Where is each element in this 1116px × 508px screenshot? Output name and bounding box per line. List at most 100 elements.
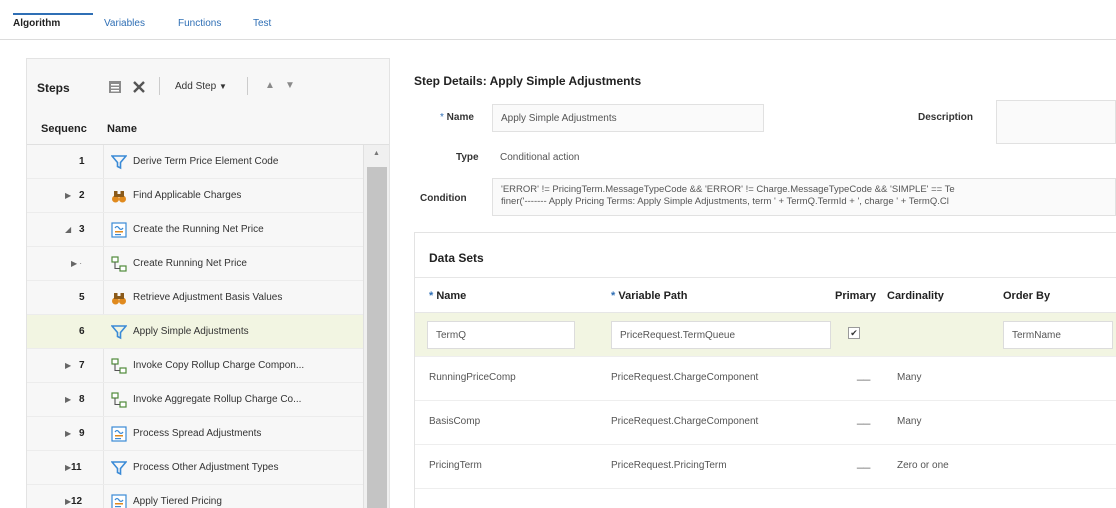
step-sequence: 9 bbox=[79, 428, 85, 439]
name-label: * Name bbox=[440, 112, 474, 123]
tab-bar: Algorithm Variables Functions Test bbox=[0, 0, 1116, 40]
column-name[interactable]: * Name bbox=[429, 290, 466, 302]
primary-checkbox[interactable]: ✔ bbox=[848, 327, 860, 339]
tab-test[interactable]: Test bbox=[253, 18, 271, 29]
filter-icon bbox=[110, 154, 128, 170]
cardinality-value: Many bbox=[897, 372, 922, 383]
binoculars-icon bbox=[111, 188, 127, 204]
filter-icon bbox=[110, 460, 128, 476]
step-row[interactable]: ▶ 7 Invoke Copy Rollup Charge Compon... bbox=[27, 349, 363, 383]
step-row[interactable]: ▶ 9 Process Spread Adjustments bbox=[27, 417, 363, 451]
step-name: Process Spread Adjustments bbox=[133, 428, 262, 439]
step-row[interactable]: ◢ 3 Create the Running Net Price bbox=[27, 213, 363, 247]
step-name: Apply Simple Adjustments bbox=[133, 326, 249, 337]
primary-empty-indicator: __ bbox=[857, 367, 871, 381]
step-name: Apply Tiered Pricing bbox=[133, 496, 222, 507]
hierarchy-icon bbox=[111, 358, 127, 374]
condition-line-1: 'ERROR' != PricingTerm.MessageTypeCode &… bbox=[501, 184, 955, 195]
name-field[interactable]: Apply Simple Adjustments bbox=[492, 104, 764, 132]
step-details-title: Step Details: Apply Simple Adjustments bbox=[414, 74, 642, 88]
column-sequence[interactable]: Sequenc bbox=[41, 123, 87, 135]
step-name: Process Other Adjustment Types bbox=[133, 462, 279, 473]
column-order-by[interactable]: Order By bbox=[1003, 290, 1050, 302]
variable-path: PriceRequest.ChargeComponent bbox=[611, 416, 759, 427]
step-row[interactable]: ▶ 12 Apply Tiered Pricing bbox=[27, 485, 363, 508]
data-set-name: BasisComp bbox=[429, 416, 481, 427]
type-label: Type bbox=[456, 152, 479, 163]
step-row[interactable]: ▶ 2 Find Applicable Charges bbox=[27, 179, 363, 213]
step-sequence: 5 bbox=[79, 292, 85, 303]
steps-grid-header: Sequenc Name bbox=[27, 115, 389, 145]
list-icon[interactable] bbox=[107, 79, 123, 95]
binoculars-icon bbox=[111, 290, 127, 306]
data-set-row[interactable]: PricingTerm PriceRequest.PricingTerm __ Zer… bbox=[415, 445, 1116, 489]
step-row[interactable]: 1 Derive Term Price Element Code bbox=[27, 145, 363, 179]
tab-functions[interactable]: Functions bbox=[178, 18, 221, 29]
step-name: Find Applicable Charges bbox=[133, 190, 242, 201]
data-set-name: RunningPriceComp bbox=[429, 372, 516, 383]
primary-empty-indicator: __ bbox=[857, 455, 871, 469]
column-variable-path[interactable]: * Variable Path bbox=[611, 290, 687, 302]
scroll-up-icon[interactable]: ▲ bbox=[373, 150, 380, 157]
data-set-row[interactable]: TermQ PriceRequest.TermQueue ✔ TermName bbox=[415, 313, 1116, 357]
order-by-field[interactable]: TermName bbox=[1003, 321, 1113, 349]
expand-icon[interactable]: ▶ bbox=[65, 191, 71, 200]
hierarchy-icon bbox=[111, 392, 127, 408]
column-primary[interactable]: Primary bbox=[835, 290, 876, 302]
move-down-icon[interactable]: ▼ bbox=[285, 80, 295, 91]
expand-icon[interactable]: ▶ bbox=[65, 395, 71, 404]
steps-scrollbar[interactable]: ▲ bbox=[363, 145, 389, 508]
step-row[interactable]: ▶ 11 Process Other Adjustment Types bbox=[27, 451, 363, 485]
step-row[interactable]: 5 Retrieve Adjustment Basis Values bbox=[27, 281, 363, 315]
step-sequence: 12 bbox=[71, 496, 83, 507]
cardinality-value: Many bbox=[897, 416, 922, 427]
collapse-icon[interactable]: ◢ bbox=[65, 225, 71, 234]
step-name: Derive Term Price Element Code bbox=[133, 156, 279, 167]
primary-empty-indicator: __ bbox=[857, 411, 871, 425]
add-step-label: Add Step bbox=[175, 81, 217, 92]
description-label: Description bbox=[918, 112, 974, 123]
step-sequence: 7 bbox=[79, 360, 85, 371]
process-icon bbox=[111, 222, 127, 238]
data-sets-panel: Data Sets * Name * Variable Path Primary… bbox=[414, 232, 1116, 508]
filter-icon bbox=[110, 324, 128, 340]
step-row[interactable]: 6 Apply Simple Adjustments bbox=[27, 315, 363, 349]
description-field[interactable] bbox=[996, 100, 1116, 144]
data-set-row[interactable]: BasisComp PriceRequest.ChargeComponent __ M… bbox=[415, 401, 1116, 445]
step-sequence: 6 bbox=[79, 326, 85, 337]
add-step-button[interactable]: Add Step ▼ bbox=[175, 81, 227, 92]
expand-icon[interactable]: ▶ bbox=[65, 429, 71, 438]
column-name[interactable]: Name bbox=[107, 123, 137, 135]
move-up-icon[interactable]: ▲ bbox=[265, 80, 275, 91]
variable-path: PriceRequest.PricingTerm bbox=[611, 460, 727, 471]
toolbar-separator bbox=[247, 77, 248, 95]
scroll-thumb[interactable] bbox=[367, 167, 387, 508]
data-set-row[interactable]: RunningPriceComp PriceRequest.ChargeCompo… bbox=[415, 357, 1116, 401]
data-sets-header: * Name * Variable Path Primary Cardinali… bbox=[415, 277, 1116, 313]
tab-algorithm[interactable]: Algorithm bbox=[13, 18, 60, 29]
column-cardinality[interactable]: Cardinality bbox=[887, 290, 944, 302]
process-icon bbox=[111, 494, 127, 508]
condition-label: Condition bbox=[420, 193, 467, 204]
data-set-name-field[interactable]: TermQ bbox=[427, 321, 575, 349]
tab-variables[interactable]: Variables bbox=[104, 18, 145, 29]
step-sequence: 3 bbox=[79, 224, 85, 235]
data-sets-title: Data Sets bbox=[429, 251, 484, 265]
step-name: Invoke Copy Rollup Charge Compon... bbox=[133, 360, 305, 371]
chevron-down-icon: ▼ bbox=[218, 82, 227, 91]
step-sequence: 11 bbox=[71, 462, 82, 473]
step-name: Create Running Net Price bbox=[133, 258, 247, 269]
toolbar-separator bbox=[159, 77, 160, 95]
data-set-name: PricingTerm bbox=[429, 460, 482, 471]
step-row[interactable]: ▶ · Create Running Net Price bbox=[27, 247, 363, 281]
variable-path-field[interactable]: PriceRequest.TermQueue bbox=[611, 321, 831, 349]
delete-icon[interactable] bbox=[131, 79, 147, 95]
type-value: Conditional action bbox=[500, 152, 580, 163]
condition-field[interactable]: 'ERROR' != PricingTerm.MessageTypeCode &… bbox=[492, 178, 1116, 216]
step-sequence: 1 bbox=[79, 156, 85, 167]
expand-icon[interactable]: ▶ bbox=[65, 361, 71, 370]
condition-line-2: finer('------- Apply Pricing Terms: Appl… bbox=[501, 196, 949, 207]
expand-icon[interactable]: ▶ · bbox=[71, 259, 82, 268]
step-row[interactable]: ▶ 8 Invoke Aggregate Rollup Charge Co... bbox=[27, 383, 363, 417]
steps-panel: Steps Add Step ▼ ▲ ▼ Sequenc Name 1 Deriv… bbox=[26, 58, 390, 508]
